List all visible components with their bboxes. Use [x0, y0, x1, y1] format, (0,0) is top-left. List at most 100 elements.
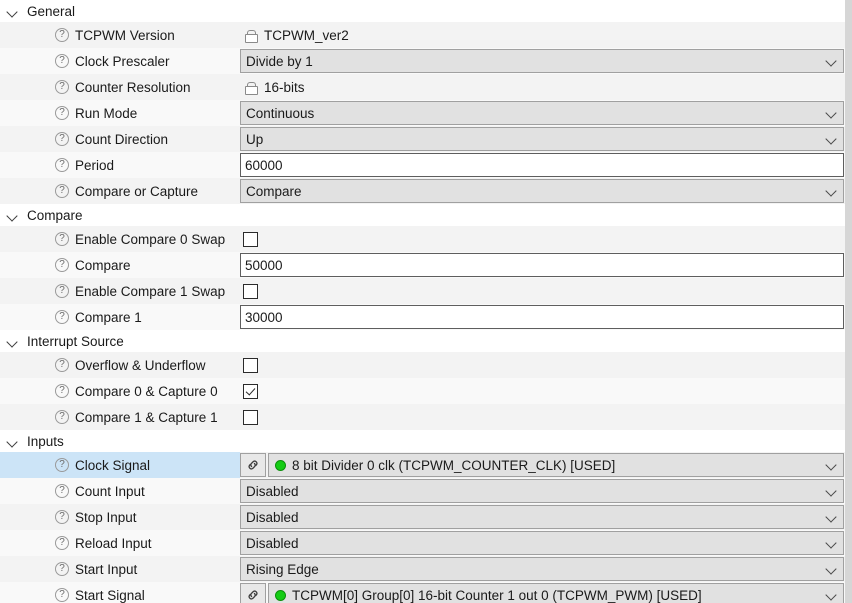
setting-label: Compare or Capture — [75, 183, 199, 199]
setting-row-compare-0-capture-0[interactable]: ? Compare 0 & Capture 0 — [0, 378, 845, 404]
checkbox-compare-0-capture-0[interactable] — [243, 383, 258, 399]
text-input-period[interactable]: 60000 — [240, 153, 844, 177]
checkbox-enable-compare-0-swap[interactable] — [243, 231, 258, 247]
help-icon[interactable]: ? — [55, 410, 69, 424]
setting-row-clock-signal[interactable]: ? Clock Signal 8 bit Divider 0 clk (TCPWM_… — [0, 452, 845, 478]
setting-row-compare[interactable]: ? Compare 50000 — [0, 252, 845, 278]
help-icon[interactable]: ? — [55, 588, 69, 602]
setting-label-cell: ? Counter Resolution — [0, 74, 240, 100]
chevron-down-icon[interactable] — [821, 532, 843, 554]
chevron-down-icon[interactable] — [6, 335, 19, 348]
section-header-general[interactable]: General — [0, 0, 845, 22]
dropdown-compare-or-capture[interactable]: Compare — [240, 179, 844, 203]
setting-label: Compare 1 & Capture 1 — [75, 409, 218, 425]
chevron-down-icon[interactable] — [821, 50, 843, 72]
setting-row-reload-input[interactable]: ? Reload Input Disabled — [0, 530, 845, 556]
setting-row-compare-1-capture-1[interactable]: ? Compare 1 & Capture 1 — [0, 404, 845, 430]
chevron-down-icon[interactable] — [821, 128, 843, 150]
chain-link-icon — [248, 590, 258, 600]
setting-row-compare-or-capture[interactable]: ? Compare or Capture Compare — [0, 178, 845, 204]
chevron-down-icon[interactable] — [821, 454, 843, 476]
help-icon[interactable]: ? — [55, 80, 69, 94]
setting-label: Compare 0 & Capture 0 — [75, 383, 218, 399]
dropdown-value: Disabled — [246, 535, 299, 551]
setting-row-period[interactable]: ? Period 60000 — [0, 152, 845, 178]
setting-label-cell: ? Count Input — [0, 478, 240, 504]
link-button-start-signal[interactable] — [240, 583, 266, 603]
help-icon[interactable]: ? — [55, 258, 69, 272]
text-input-compare[interactable]: 50000 — [240, 253, 844, 277]
signal-value: TCPWM[0] Group[0] 16-bit Counter 1 out 0… — [292, 587, 702, 603]
link-button-clock-signal[interactable] — [240, 453, 266, 477]
dropdown-run-mode[interactable]: Continuous — [240, 101, 844, 125]
text-input-value: 50000 — [245, 257, 283, 273]
section-header-inputs[interactable]: Inputs — [0, 430, 845, 452]
setting-label: Count Direction — [75, 131, 169, 147]
checkbox-overflow-underflow[interactable] — [243, 357, 258, 373]
text-input-compare-1[interactable]: 30000 — [240, 305, 844, 329]
help-icon[interactable]: ? — [55, 358, 69, 372]
help-icon[interactable]: ? — [55, 310, 69, 324]
section-header-interrupt-source[interactable]: Interrupt Source — [0, 330, 845, 352]
setting-row-enable-compare-0-swap[interactable]: ? Enable Compare 0 Swap — [0, 226, 845, 252]
section-header-compare[interactable]: Compare — [0, 204, 845, 226]
setting-row-tcpwm-version[interactable]: ? TCPWM Version TCPWM_ver2 — [0, 22, 845, 48]
setting-row-start-input[interactable]: ? Start Input Rising Edge — [0, 556, 845, 582]
help-icon[interactable]: ? — [55, 284, 69, 298]
chevron-down-icon[interactable] — [821, 180, 843, 202]
dropdown-stop-input[interactable]: Disabled — [240, 505, 844, 529]
setting-label-cell: ? Overflow & Underflow — [0, 352, 240, 378]
setting-value-cell: 8 bit Divider 0 clk (TCPWM_COUNTER_CLK) … — [240, 452, 845, 478]
chevron-down-icon[interactable] — [821, 480, 843, 502]
help-icon[interactable]: ? — [55, 484, 69, 498]
help-icon[interactable]: ? — [55, 28, 69, 42]
chevron-down-icon[interactable] — [821, 558, 843, 580]
section-title: Inputs — [27, 433, 64, 449]
readonly-value-text: 16-bits — [264, 79, 305, 95]
setting-row-count-input[interactable]: ? Count Input Disabled — [0, 478, 845, 504]
setting-label: Clock Signal — [75, 457, 151, 473]
section-title: General — [27, 3, 76, 19]
help-icon[interactable]: ? — [55, 158, 69, 172]
setting-row-start-signal[interactable]: ? Start Signal TCPWM[0] Group[0] 16-bit Co… — [0, 582, 845, 603]
checkbox-enable-compare-1-swap[interactable] — [243, 283, 258, 299]
help-icon[interactable]: ? — [55, 536, 69, 550]
dropdown-count-direction[interactable]: Up — [240, 127, 844, 151]
setting-row-compare-1[interactable]: ? Compare 1 30000 — [0, 304, 845, 330]
signal-dropdown-clock-signal[interactable]: 8 bit Divider 0 clk (TCPWM_COUNTER_CLK) … — [268, 453, 844, 477]
chevron-down-icon[interactable] — [821, 506, 843, 528]
setting-row-counter-resolution[interactable]: ? Counter Resolution 16-bits — [0, 74, 845, 100]
dropdown-start-input[interactable]: Rising Edge — [240, 557, 844, 581]
setting-row-overflow-underflow[interactable]: ? Overflow & Underflow — [0, 352, 845, 378]
chevron-down-icon[interactable] — [821, 584, 843, 603]
text-input-value: 30000 — [245, 309, 283, 325]
setting-label: TCPWM Version — [75, 27, 175, 43]
dropdown-count-input[interactable]: Disabled — [240, 479, 844, 503]
setting-row-count-direction[interactable]: ? Count Direction Up — [0, 126, 845, 152]
help-icon[interactable]: ? — [55, 54, 69, 68]
help-icon[interactable]: ? — [55, 184, 69, 198]
setting-row-clock-prescaler[interactable]: ? Clock Prescaler Divide by 1 — [0, 48, 845, 74]
help-icon[interactable]: ? — [55, 232, 69, 246]
help-icon[interactable]: ? — [55, 106, 69, 120]
setting-row-run-mode[interactable]: ? Run Mode Continuous — [0, 100, 845, 126]
signal-dropdown-start-signal[interactable]: TCPWM[0] Group[0] 16-bit Counter 1 out 0… — [268, 583, 844, 603]
setting-row-stop-input[interactable]: ? Stop Input Disabled — [0, 504, 845, 530]
chevron-down-icon[interactable] — [821, 102, 843, 124]
dropdown-value: Compare — [246, 183, 302, 199]
chevron-down-icon[interactable] — [6, 209, 19, 222]
chevron-down-icon[interactable] — [6, 435, 19, 448]
help-icon[interactable]: ? — [55, 510, 69, 524]
help-icon[interactable]: ? — [55, 384, 69, 398]
help-icon[interactable]: ? — [55, 458, 69, 472]
vertical-scrollbar[interactable] — [845, 0, 852, 603]
dropdown-reload-input[interactable]: Disabled — [240, 531, 844, 555]
setting-label: Enable Compare 0 Swap — [75, 231, 226, 247]
setting-label: Reload Input — [75, 535, 152, 551]
checkbox-compare-1-capture-1[interactable] — [243, 409, 258, 425]
help-icon[interactable]: ? — [55, 562, 69, 576]
dropdown-clock-prescaler[interactable]: Divide by 1 — [240, 49, 844, 73]
setting-row-enable-compare-1-swap[interactable]: ? Enable Compare 1 Swap — [0, 278, 845, 304]
chevron-down-icon[interactable] — [6, 5, 19, 18]
help-icon[interactable]: ? — [55, 132, 69, 146]
